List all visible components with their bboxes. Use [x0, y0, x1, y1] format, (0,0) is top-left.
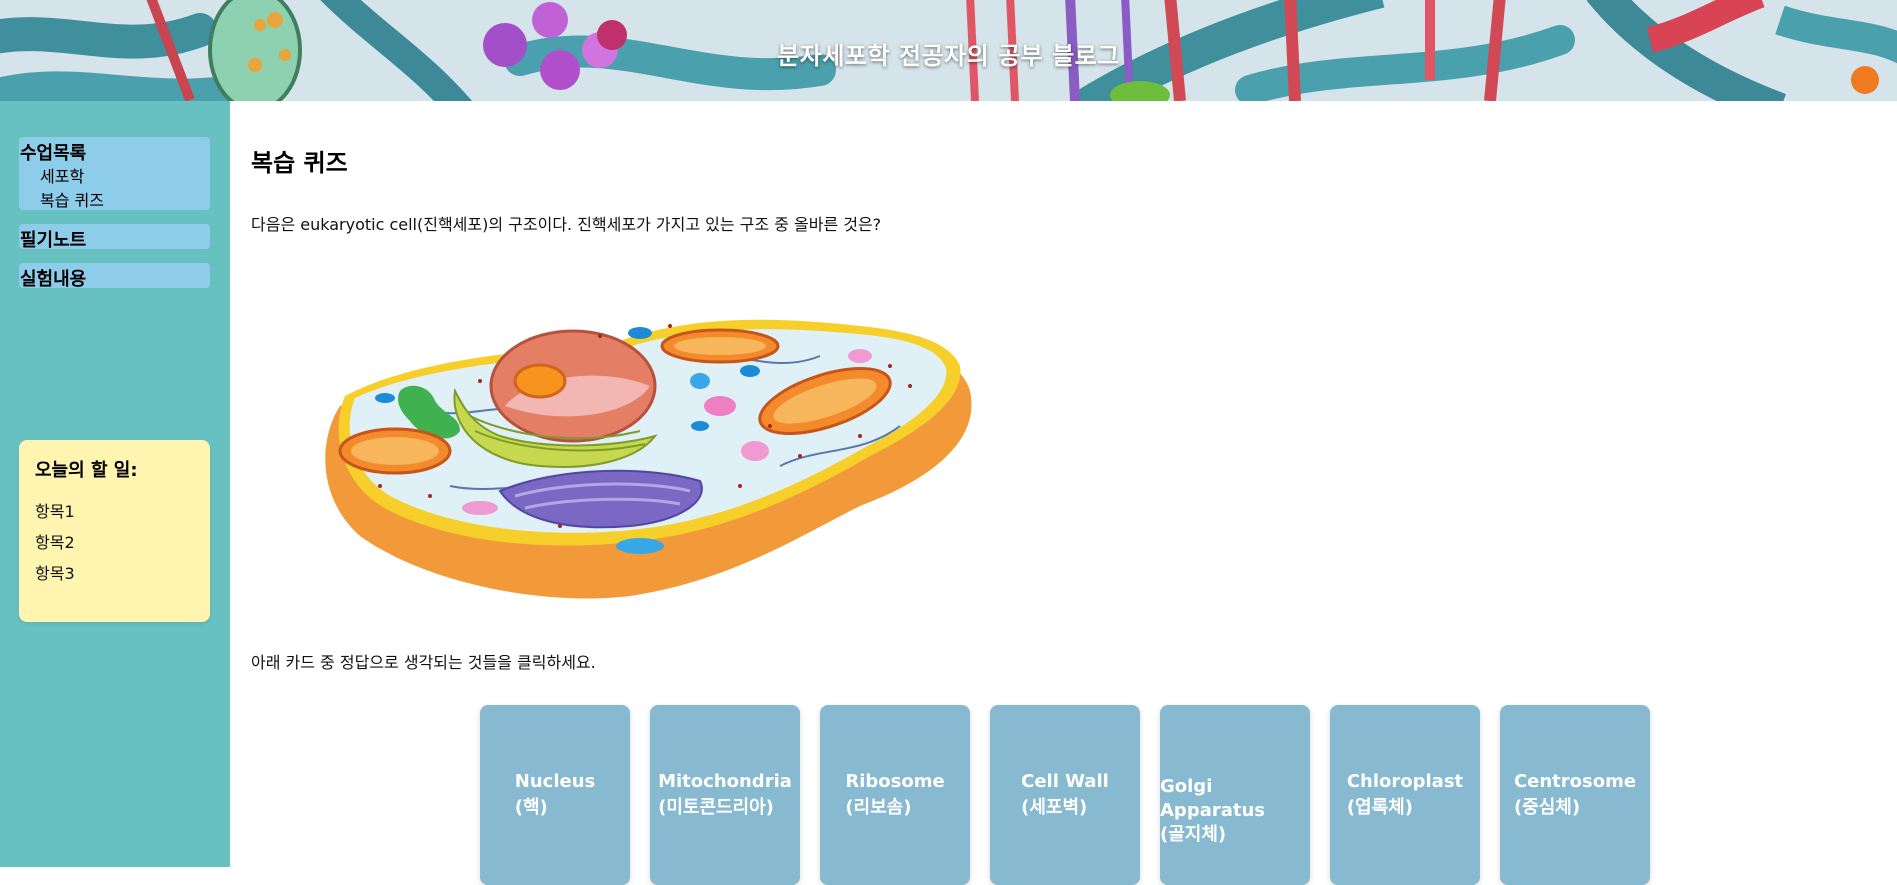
nav-experiments-heading[interactable]: 실험내용: [19, 263, 210, 291]
header-banner: 분자세포학 전공자의 공부 블로그: [0, 0, 1897, 101]
card-label-line: (중심체): [1513, 797, 1581, 818]
card-label-line: (리보솜): [845, 797, 912, 818]
nav-group-experiments: 실험내용: [19, 263, 210, 291]
card-golgi-apparatus[interactable]: Golgi Apparatus (골지체): [1160, 705, 1310, 885]
todo-box: 오늘의 할 일: 항목1 항목2 항목3: [19, 440, 210, 622]
quiz-question: 다음은 eukaryotic cell(진핵세포)의 구조이다. 진핵세포가 가…: [251, 215, 882, 234]
nav-notes-heading[interactable]: 필기노트: [19, 224, 210, 252]
sidebar: 수업목록 세포학 복습 퀴즈 필기노트 실험내용 오늘의 할 일: 항목1 항목…: [0, 101, 230, 867]
card-label-line: (엽록체): [1346, 797, 1413, 818]
card-label-line: Cell Wall: [1021, 771, 1109, 792]
card-centrosome[interactable]: Centrosome (중심체): [1500, 705, 1650, 885]
card-label: Centrosome (중심체): [1514, 769, 1636, 821]
quiz-instruction: 아래 카드 중 정답으로 생각되는 것들을 클릭하세요.: [251, 653, 596, 672]
card-label-line: Apparatus: [1160, 800, 1266, 821]
card-label: Chloroplast (엽록체): [1347, 769, 1463, 821]
eukaryotic-cell-illustration: [325, 319, 972, 599]
card-nucleus[interactable]: Nucleus (핵): [480, 705, 630, 885]
blog-title: 분자세포학 전공자의 공부 블로그: [777, 42, 1120, 70]
card-mitochondria[interactable]: Mitochondria (미토콘드리아): [650, 705, 800, 885]
todo-title: 오늘의 할 일:: [35, 460, 138, 481]
main-content: 복습 퀴즈 다음은 eukaryotic cell(진핵세포)의 구조이다. 진…: [230, 101, 1897, 885]
nav-group-notes: 필기노트: [19, 224, 210, 252]
nav-item-review-quiz[interactable]: 복습 퀴즈: [19, 189, 210, 213]
card-label-line: Golgi: [1160, 776, 1213, 797]
card-cell-wall[interactable]: Cell Wall (세포벽): [990, 705, 1140, 885]
card-label-line: (미토콘드리아): [658, 797, 774, 818]
card-ribosome[interactable]: Ribosome (리보솜): [820, 705, 970, 885]
nav-group-lectures: 수업목록 세포학 복습 퀴즈: [19, 137, 210, 210]
card-label: Ribosome (리보솜): [845, 769, 944, 821]
card-label-line: Nucleus: [514, 771, 596, 792]
card-label-line: Chloroplast: [1346, 771, 1464, 792]
todo-item: 항목1: [35, 502, 75, 521]
card-chloroplast[interactable]: Chloroplast (엽록체): [1330, 705, 1480, 885]
card-label-line: (세포벽): [1021, 797, 1088, 818]
todo-item: 항목3: [35, 564, 75, 583]
nav-item-cytology[interactable]: 세포학: [19, 165, 210, 189]
page-title: 복습 퀴즈: [251, 149, 348, 177]
card-label-line: Ribosome: [845, 771, 945, 792]
card-label-line: Centrosome: [1513, 771, 1637, 792]
card-label: Golgi Apparatus (골지체): [1160, 775, 1265, 847]
card-label: Nucleus (핵): [515, 769, 595, 821]
card-label: Cell Wall (세포벽): [1021, 769, 1109, 821]
card-label-line: (핵): [514, 797, 548, 818]
card-label-line: Mitochondria: [658, 771, 792, 792]
nav-lectures-heading[interactable]: 수업목록: [19, 137, 210, 165]
card-label-line: (골지체): [1160, 824, 1227, 845]
card-label: Mitochondria (미토콘드리아): [658, 769, 792, 821]
todo-item: 항목2: [35, 533, 75, 552]
